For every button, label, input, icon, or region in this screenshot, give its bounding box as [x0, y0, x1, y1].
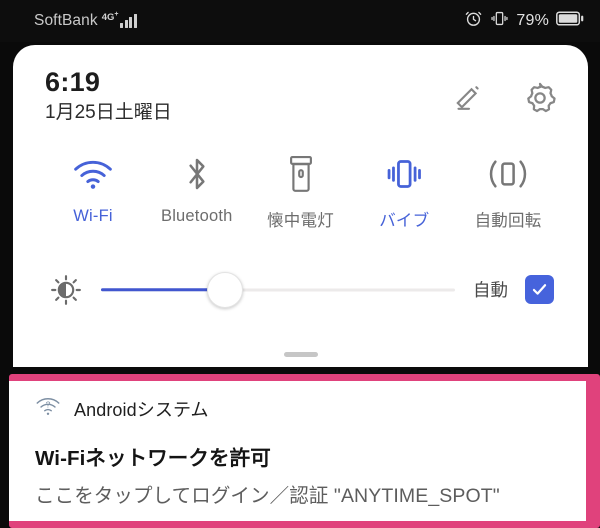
network-type-label: 4G+: [101, 10, 119, 23]
quick-toggle-flashlight-label: 懐中電灯: [267, 211, 334, 230]
auto-rotate-icon: [487, 154, 529, 194]
brightness-slider[interactable]: [101, 271, 455, 308]
quick-settings-panel: 6:19 1月25日土曜日 Wi-Fi Bluetooth 懐中電灯 バイブ 自…: [13, 45, 588, 367]
quick-toggle-vibrate[interactable]: バイブ: [358, 154, 450, 231]
battery-icon: [556, 11, 584, 31]
auto-brightness-checkbox[interactable]: [525, 275, 554, 305]
alarm-clock-icon: [464, 9, 483, 33]
vibrate-icon: [384, 154, 424, 194]
quick-toggle-wifi[interactable]: Wi-Fi: [47, 154, 139, 231]
flashlight-icon: [287, 154, 315, 194]
notification-title: Wi-Fiネットワークを許可: [35, 447, 271, 470]
quick-toggle-bluetooth[interactable]: Bluetooth: [151, 154, 243, 231]
notification-body: ここをタップしてログイン／認証 "ANYTIME_SPOT": [35, 485, 500, 507]
status-bar: SoftBank 4G+ 79%: [0, 0, 600, 42]
quick-toggle-auto-rotate-label: 自動回転: [474, 211, 542, 230]
status-bar-right: 79%: [464, 9, 584, 33]
brightness-slider-thumb[interactable]: [206, 271, 243, 308]
bluetooth-icon: [180, 154, 214, 194]
quick-toggle-row: Wi-Fi Bluetooth 懐中電灯 バイブ 自動回転: [13, 128, 588, 231]
wifi-question-icon: ?: [35, 395, 61, 422]
drag-handle[interactable]: [283, 352, 318, 357]
clock-label: 6:19: [45, 67, 101, 97]
notification-app-row: ? Androidシステム: [35, 395, 586, 422]
gear-icon[interactable]: [522, 80, 558, 121]
svg-text:?: ?: [46, 399, 51, 409]
brightness-icon: [47, 274, 85, 306]
quick-settings-header: 6:19 1月25日土曜日: [13, 45, 588, 128]
signal-bars-icon: [120, 13, 137, 29]
status-bar-left: SoftBank 4G+: [34, 10, 137, 30]
check-icon: [532, 284, 547, 295]
quick-toggle-flashlight[interactable]: 懐中電灯: [255, 154, 347, 231]
wifi-icon: [72, 154, 114, 194]
quick-toggle-vibrate-label: バイブ: [379, 211, 430, 230]
auto-brightness-label: 自動: [473, 280, 508, 301]
pencil-edit-icon[interactable]: [450, 81, 484, 120]
battery-percent-label: 79%: [516, 12, 549, 29]
quick-toggle-bluetooth-label: Bluetooth: [160, 206, 233, 225]
quick-toggle-auto-rotate[interactable]: 自動回転: [462, 154, 554, 231]
clock-date-block: 6:19 1月25日土曜日: [45, 67, 172, 128]
notification-app-name: Androidシステム: [74, 399, 209, 420]
carrier-label: SoftBank: [34, 11, 98, 29]
quick-settings-header-icons: [450, 68, 558, 121]
date-label: 1月25日土曜日: [45, 102, 172, 124]
vibrate-icon: [490, 9, 509, 33]
notification-card[interactable]: ? Androidシステム Wi-Fiネットワークを許可 ここをタップしてログイ…: [9, 381, 586, 521]
quick-toggle-wifi-label: Wi-Fi: [73, 206, 113, 225]
brightness-row: 自動: [13, 271, 588, 308]
